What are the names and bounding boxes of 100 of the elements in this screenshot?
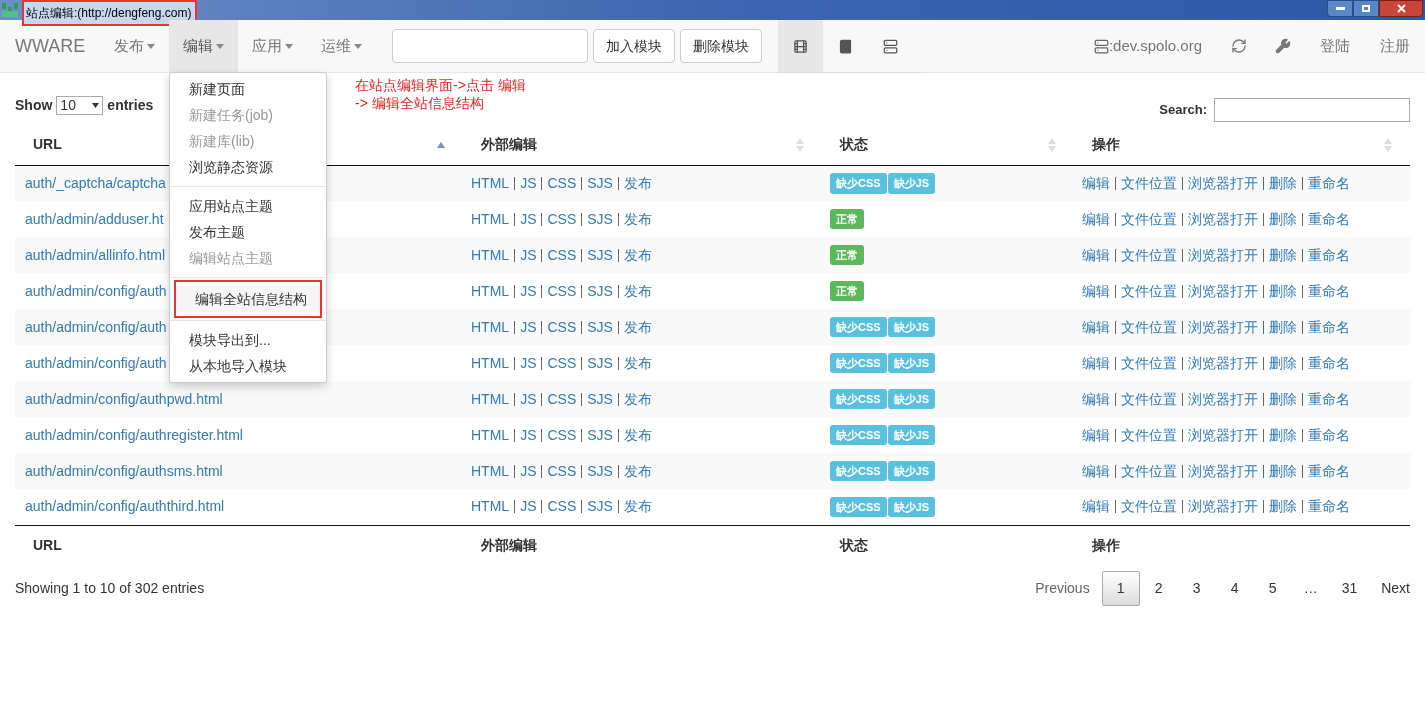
edit-link[interactable]: HTML: [471, 244, 510, 266]
action-link[interactable]: 文件位置: [1121, 352, 1177, 374]
action-link[interactable]: 删除: [1269, 172, 1297, 194]
menu-item[interactable]: 应用站点主题: [170, 193, 326, 219]
url-link[interactable]: auth/admin/config/authsms.html: [25, 462, 223, 479]
url-link[interactable]: auth/_captcha/captcha: [25, 174, 166, 191]
edit-link[interactable]: JS: [520, 424, 537, 446]
edit-link[interactable]: CSS: [547, 280, 577, 302]
action-link[interactable]: 删除: [1269, 244, 1297, 266]
url-link[interactable]: auth/admin/config/authpwd.html: [25, 390, 223, 407]
url-link[interactable]: auth/admin/config/auth: [25, 354, 167, 371]
toolbar-button[interactable]: 删除模块: [680, 29, 763, 63]
edit-link[interactable]: CSS: [547, 460, 577, 482]
edit-link[interactable]: JS: [520, 208, 537, 230]
column-header[interactable]: 状态: [840, 134, 868, 156]
edit-link[interactable]: 发布: [623, 460, 652, 482]
action-link[interactable]: 重命名: [1308, 424, 1350, 446]
action-link[interactable]: 浏览器打开: [1188, 388, 1258, 410]
edit-link[interactable]: CSS: [547, 244, 577, 266]
action-link[interactable]: 编辑: [1082, 424, 1110, 446]
edit-link[interactable]: 发布: [623, 388, 652, 410]
edit-link[interactable]: SJS: [587, 388, 613, 410]
action-link[interactable]: 编辑: [1082, 388, 1110, 410]
action-link[interactable]: 文件位置: [1121, 388, 1177, 410]
edit-link[interactable]: JS: [520, 172, 537, 194]
nav-menu[interactable]: 编辑: [169, 20, 239, 72]
edit-link[interactable]: HTML: [471, 316, 510, 338]
edit-link[interactable]: JS: [520, 280, 537, 302]
nav-menu[interactable]: 运维: [307, 20, 377, 72]
action-link[interactable]: 删除: [1269, 280, 1297, 302]
action-link[interactable]: 文件位置: [1121, 424, 1177, 446]
edit-link[interactable]: SJS: [587, 172, 613, 194]
action-link[interactable]: 文件位置: [1121, 496, 1177, 518]
edit-link[interactable]: JS: [520, 244, 537, 266]
restore-button[interactable]: [1353, 0, 1379, 17]
previous-link[interactable]: Previous: [1023, 578, 1102, 599]
action-link[interactable]: 编辑: [1082, 172, 1110, 194]
edit-link[interactable]: CSS: [547, 172, 577, 194]
edit-link[interactable]: 发布: [623, 352, 652, 374]
action-link[interactable]: 编辑: [1082, 460, 1110, 482]
edit-link[interactable]: HTML: [471, 172, 510, 194]
page-link[interactable]: 31: [1329, 571, 1370, 606]
action-link[interactable]: 编辑: [1082, 316, 1110, 338]
page-link[interactable]: 1: [1101, 571, 1140, 606]
action-link[interactable]: 编辑: [1082, 208, 1110, 230]
minimize-button[interactable]: [1327, 0, 1353, 17]
edit-link[interactable]: CSS: [547, 208, 577, 230]
page-link[interactable]: 2: [1139, 571, 1178, 606]
action-link[interactable]: 浏览器打开: [1188, 280, 1258, 302]
action-link[interactable]: 重命名: [1308, 496, 1350, 518]
edit-link[interactable]: 发布: [623, 244, 652, 266]
column-header[interactable]: 外部编辑: [481, 134, 537, 156]
edit-link[interactable]: 发布: [623, 316, 652, 338]
edit-link[interactable]: JS: [520, 460, 537, 482]
search-field[interactable]: [1214, 98, 1410, 122]
toolbar-button[interactable]: 加入模块: [593, 29, 676, 63]
column-header[interactable]: URL: [33, 134, 62, 156]
action-link[interactable]: 重命名: [1308, 244, 1350, 266]
menu-item[interactable]: 模块导出到...: [170, 327, 326, 353]
action-link[interactable]: 浏览器打开: [1188, 352, 1258, 374]
edit-link[interactable]: CSS: [547, 352, 577, 374]
next-link[interactable]: Next: [1369, 578, 1410, 599]
action-link[interactable]: 重命名: [1308, 316, 1350, 338]
page-link[interactable]: 4: [1215, 571, 1254, 606]
action-link[interactable]: 浏览器打开: [1188, 496, 1258, 518]
action-link[interactable]: 浏览器打开: [1188, 208, 1258, 230]
edit-link[interactable]: CSS: [547, 424, 577, 446]
edit-link[interactable]: HTML: [471, 208, 510, 230]
menu-item[interactable]: 从本地导入模块: [170, 353, 326, 379]
length-select[interactable]: 10: [56, 96, 104, 115]
edit-link[interactable]: 发布: [623, 496, 652, 518]
action-link[interactable]: 重命名: [1308, 352, 1350, 374]
edit-link[interactable]: CSS: [547, 316, 577, 338]
server-label[interactable]: :dev.spolo.org: [1078, 34, 1217, 58]
url-link[interactable]: auth/admin/config/auth: [25, 318, 167, 335]
edit-link[interactable]: HTML: [471, 352, 510, 374]
action-link[interactable]: 浏览器打开: [1188, 244, 1258, 266]
edit-link[interactable]: JS: [520, 388, 537, 410]
action-link[interactable]: 重命名: [1308, 460, 1350, 482]
action-link[interactable]: 编辑: [1082, 244, 1110, 266]
edit-link[interactable]: CSS: [547, 388, 577, 410]
nav-menu[interactable]: 应用: [238, 20, 308, 72]
action-link[interactable]: 文件位置: [1121, 172, 1177, 194]
action-link[interactable]: 文件位置: [1121, 460, 1177, 482]
edit-link[interactable]: 发布: [623, 208, 652, 230]
action-link[interactable]: 删除: [1269, 316, 1297, 338]
edit-link[interactable]: HTML: [471, 424, 510, 446]
url-link[interactable]: auth/admin/allinfo.html: [25, 246, 166, 263]
nav-link[interactable]: 登陆: [1305, 34, 1365, 58]
action-link[interactable]: 浏览器打开: [1188, 316, 1258, 338]
action-link[interactable]: 编辑: [1082, 280, 1110, 302]
action-link[interactable]: 删除: [1269, 208, 1297, 230]
action-link[interactable]: 浏览器打开: [1188, 172, 1258, 194]
action-link[interactable]: 重命名: [1308, 208, 1350, 230]
action-link[interactable]: 删除: [1269, 388, 1297, 410]
url-link[interactable]: auth/admin/config/auththird.html: [25, 498, 225, 515]
action-link[interactable]: 删除: [1269, 460, 1297, 482]
edit-link[interactable]: JS: [520, 352, 537, 374]
action-link[interactable]: 文件位置: [1121, 280, 1177, 302]
nav-link[interactable]: 注册: [1365, 34, 1425, 58]
